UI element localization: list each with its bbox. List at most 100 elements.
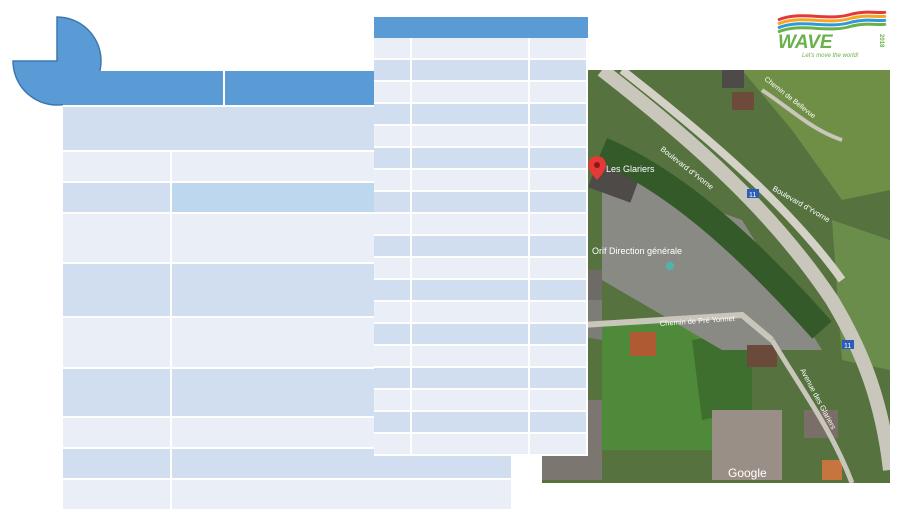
table-cell [374,126,412,148]
table-cell [374,192,412,214]
poi-label: Orif Direction générale [592,246,682,256]
table-cell [374,104,412,126]
table-cell [412,434,530,456]
table-cell [412,280,530,302]
table-cell [412,82,530,104]
table-cell [412,412,530,434]
table-cell [412,346,530,368]
table-cell [412,192,530,214]
table-cell [530,126,588,148]
table-cell [530,258,588,280]
table-cell [530,82,588,104]
table-cell [412,148,530,170]
table-cell [374,324,412,346]
table-row [63,480,513,511]
table-cell [530,214,588,236]
route-11-label: 11 [749,192,756,199]
table-cell [530,324,588,346]
label-cell [63,183,172,214]
table-cell [530,346,588,368]
table-cell [530,192,588,214]
logo-brand: WAVE [778,32,834,53]
table-row [374,302,588,324]
table-row [374,236,588,258]
label-cell [63,480,172,511]
table-row [374,192,588,214]
table-cell [530,368,588,390]
table-cell [530,236,588,258]
route-11-label: 11 [844,343,851,350]
google-attribution: Google [728,466,767,480]
table-row [374,368,588,390]
table-cell [374,434,412,456]
table-cell [374,170,412,192]
table-row [374,104,588,126]
table-cell [530,38,588,60]
table-cell [530,302,588,324]
table-cell [530,434,588,456]
table-cell [412,60,530,82]
table-row [374,434,588,456]
header-cell [63,71,225,107]
table-row [374,280,588,302]
wave-logo: WAVE 2018 Let's move the world! [777,10,887,59]
table-cell [412,38,530,60]
table-cell [412,390,530,412]
label-cell [63,449,172,480]
table-cell [530,390,588,412]
table-row [374,258,588,280]
table-cell [412,258,530,280]
value-cell [172,480,513,511]
table-cell [374,82,412,104]
table-cell [374,302,412,324]
table-cell [412,324,530,346]
table-cell [412,368,530,390]
table-cell [412,170,530,192]
table-cell [374,60,412,82]
label-cell [63,214,172,264]
table-cell [530,170,588,192]
table-row [374,324,588,346]
table-row [374,412,588,434]
label-cell [63,418,172,449]
table-cell [374,236,412,258]
table-cell [412,236,530,258]
table-row [374,126,588,148]
table-cell [374,280,412,302]
table-cell [374,390,412,412]
satellite-map[interactable]: 11 11 Boulevard d'Yvorne Boulevard d'Yvo… [542,70,890,483]
logo-year: 2018 [878,34,884,48]
table-cell [530,412,588,434]
table-cell [530,104,588,126]
table-row [374,148,588,170]
table-cell [412,126,530,148]
table-cell [374,214,412,236]
table-cell [530,60,588,82]
place-label: Les Glariers [606,164,655,174]
table-row [374,38,588,60]
table-row [374,60,588,82]
table-row [374,82,588,104]
table-cell [374,38,412,60]
label-cell [63,369,172,418]
table-cell [412,104,530,126]
table-row [374,390,588,412]
table-cell [530,148,588,170]
table-row [374,346,588,368]
table-cell [530,280,588,302]
label-cell [63,264,172,318]
right-table-header [374,17,588,38]
table-cell [374,368,412,390]
label-cell [63,318,172,369]
label-cell [63,152,172,183]
table-cell [412,302,530,324]
logo-tagline: Let's move the world! [802,53,859,59]
table-cell [412,214,530,236]
table-cell [374,148,412,170]
right-table [374,17,588,456]
table-cell [374,258,412,280]
table-row [374,170,588,192]
table-row [374,214,588,236]
table-cell [374,412,412,434]
table-cell [374,346,412,368]
